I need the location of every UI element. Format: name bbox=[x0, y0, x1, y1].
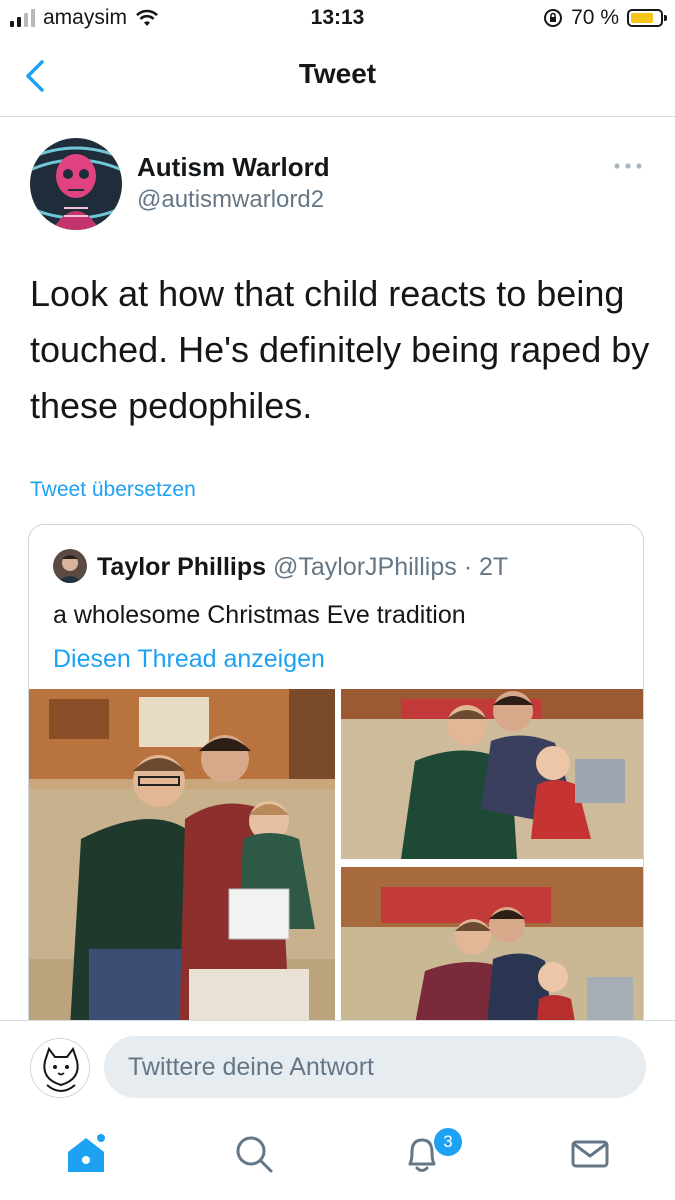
quoted-text: a wholesome Christmas Eve tradition bbox=[53, 601, 466, 629]
battery-icon bbox=[627, 9, 667, 27]
translate-link[interactable]: Tweet übersetzen bbox=[30, 478, 196, 502]
search-icon[interactable] bbox=[232, 1132, 276, 1176]
photo-3[interactable] bbox=[341, 867, 643, 1043]
author-handle[interactable]: @autismwarlord2 bbox=[137, 186, 324, 214]
photo-1[interactable] bbox=[29, 689, 335, 1043]
reply-input[interactable]: Twittere deine Antwort bbox=[104, 1036, 646, 1098]
battery-percent: 70 % bbox=[571, 6, 619, 29]
nav-header: Tweet bbox=[0, 40, 675, 117]
quoted-header: Taylor Phillips @TaylorJPhillips · 2T bbox=[97, 553, 508, 582]
notification-badge: 3 bbox=[432, 1126, 464, 1158]
page-title: Tweet bbox=[298, 58, 377, 89]
quoted-timestamp: · 2T bbox=[463, 553, 509, 581]
author-avatar[interactable] bbox=[30, 138, 122, 230]
messages-mail-icon[interactable] bbox=[568, 1132, 612, 1176]
reply-placeholder: Twittere deine Antwort bbox=[128, 1053, 374, 1081]
more-options-icon[interactable] bbox=[612, 156, 644, 176]
user-avatar[interactable] bbox=[30, 1038, 90, 1098]
tweet-text: Look at how that child reacts to being t… bbox=[30, 273, 650, 426]
quoted-author-name[interactable]: Taylor Phillips bbox=[97, 553, 266, 581]
author-name[interactable]: Autism Warlord bbox=[137, 152, 330, 183]
show-thread-link[interactable]: Diesen Thread anzeigen bbox=[53, 645, 325, 674]
status-right: 70 % bbox=[543, 6, 667, 30]
quoted-author-handle[interactable]: @TaylorJPhillips bbox=[273, 553, 457, 581]
photo-2[interactable] bbox=[341, 689, 643, 859]
orientation-lock-icon bbox=[544, 9, 563, 27]
home-icon[interactable] bbox=[64, 1132, 108, 1176]
quoted-tweet[interactable]: Taylor Phillips @TaylorJPhillips · 2T a … bbox=[28, 524, 644, 1044]
status-bar: amaysim 13:13 70 % bbox=[0, 0, 675, 40]
quoted-author-avatar[interactable] bbox=[53, 549, 87, 583]
